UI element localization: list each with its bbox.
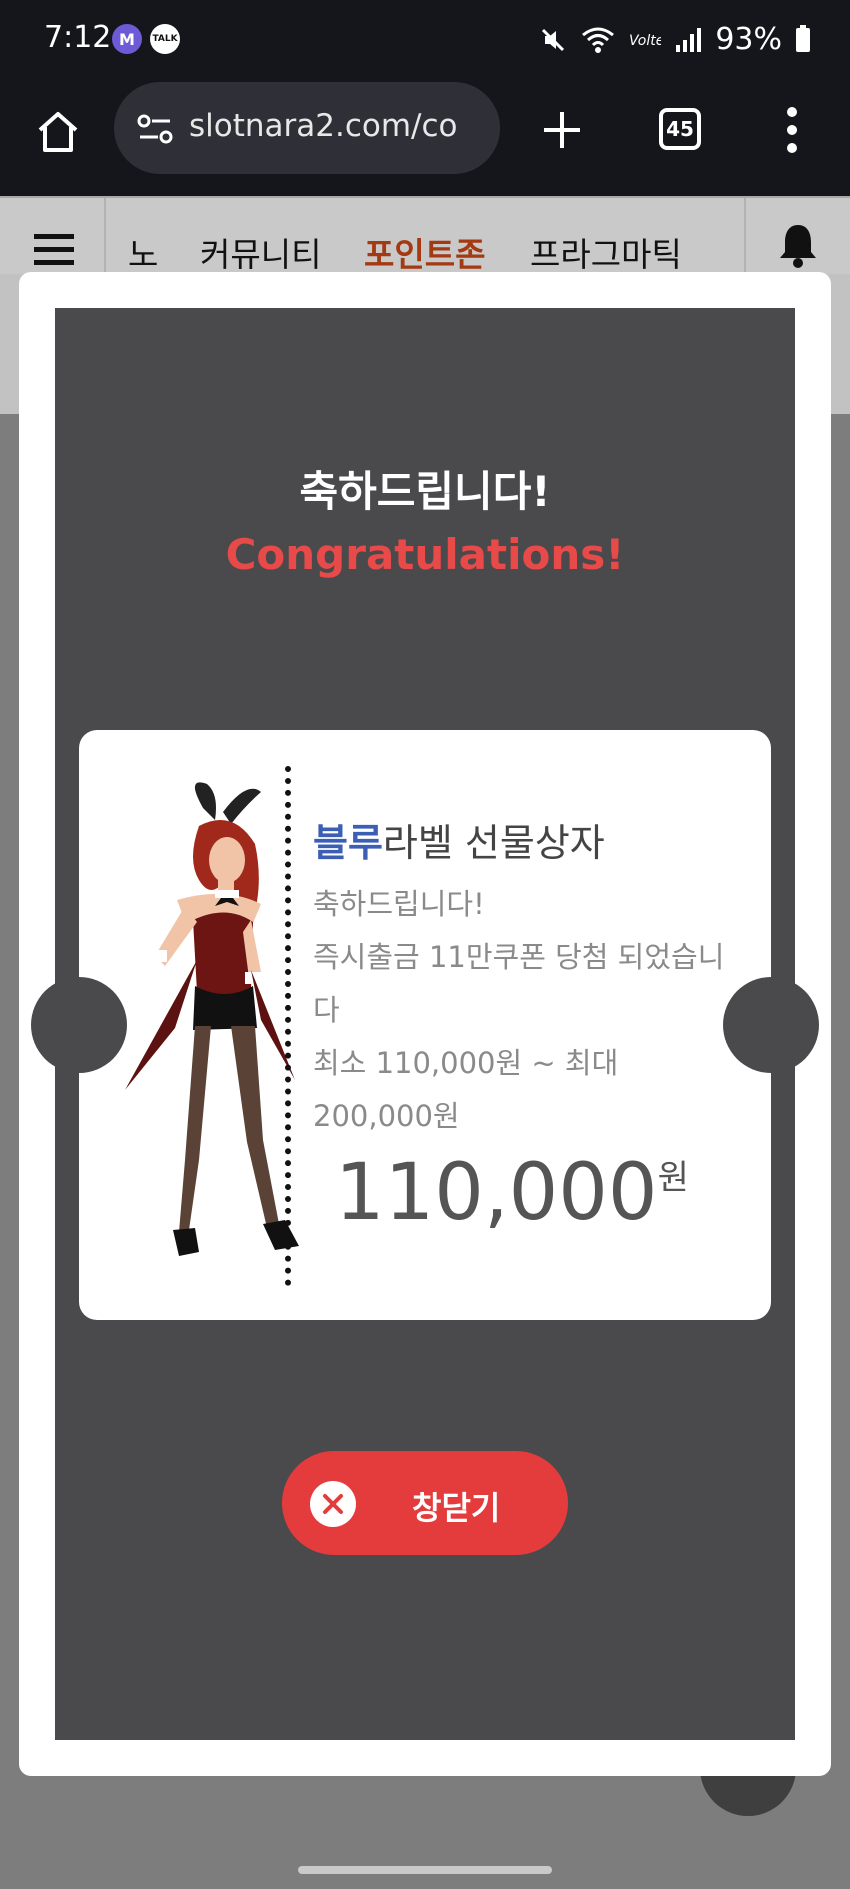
volte-icon: Volte bbox=[629, 33, 661, 49]
prize-line-range: 최소 110,000원 ~ 최대 200,000원 bbox=[313, 1046, 619, 1133]
prize-line-congrats: 축하드립니다! bbox=[313, 887, 485, 921]
battery-level: 93% bbox=[715, 22, 782, 57]
browser-toolbar: slotnara2.com/co 45 bbox=[0, 78, 850, 196]
signal-icon bbox=[676, 27, 702, 52]
svg-text:Volte: Volte bbox=[629, 33, 661, 49]
prize-description: 축하드립니다! 즉시출금 11만쿠폰 당첨 되었습니다 최소 110,000원 … bbox=[313, 878, 743, 1143]
ticket-perforation bbox=[285, 766, 291, 1286]
prize-title-accent: 블루 bbox=[313, 821, 383, 865]
prize-amount-value: 110,000 bbox=[335, 1148, 658, 1238]
gesture-home-indicator[interactable] bbox=[298, 1866, 552, 1874]
wifi-icon bbox=[582, 27, 615, 53]
prize-amount-unit: 원 bbox=[657, 1158, 689, 1198]
more-menu-icon[interactable] bbox=[785, 106, 799, 154]
nav-item-community[interactable]: 커뮤니티 bbox=[200, 228, 321, 276]
notification-talk-icon: TALK bbox=[150, 24, 180, 54]
mute-icon bbox=[542, 28, 565, 51]
status-right: Volte 93% bbox=[539, 22, 810, 57]
nav-divider bbox=[744, 198, 746, 276]
close-window-button[interactable]: 창닫기 bbox=[282, 1451, 568, 1555]
new-tab-icon[interactable] bbox=[540, 108, 584, 152]
prize-modal-body: 축하드립니다! Congratulations! 블루라벨 선물상자 축하드립니… bbox=[31, 308, 819, 1740]
nav-item-pragmatic[interactable]: 프라그마틱 bbox=[530, 228, 682, 276]
nav-divider bbox=[104, 198, 106, 276]
battery-icon bbox=[796, 24, 810, 52]
close-button-label: 창닫기 bbox=[412, 1489, 501, 1527]
status-time: 7:12 bbox=[44, 20, 112, 55]
url-text[interactable]: slotnara2.com/co bbox=[189, 108, 489, 144]
modal-title-english: Congratulations! bbox=[225, 530, 625, 579]
modal-title-korean: 축하드립니다! bbox=[299, 467, 551, 516]
prize-title: 블루라벨 선물상자 bbox=[313, 812, 605, 867]
ticket-notch-left bbox=[31, 977, 127, 1073]
tab-switcher-button[interactable]: 45 bbox=[659, 108, 701, 150]
address-bar[interactable]: slotnara2.com/co bbox=[114, 82, 500, 174]
close-icon bbox=[310, 1481, 356, 1527]
page: 7:12 M TALK Volte 93% slotnara2.com/co 4… bbox=[0, 0, 850, 1889]
notification-m-icon: M bbox=[112, 24, 142, 54]
bell-icon[interactable] bbox=[776, 222, 820, 268]
prize-ticket: 블루라벨 선물상자 축하드립니다! 즉시출금 11만쿠폰 당첨 되었습니다 최소… bbox=[31, 730, 819, 1320]
prize-line-coupon: 즉시출금 11만쿠폰 당첨 되었습니다 bbox=[313, 940, 725, 1027]
hamburger-menu-icon[interactable] bbox=[34, 234, 74, 266]
prize-modal: 축하드립니다! Congratulations! 블루라벨 선물상자 축하드립니… bbox=[19, 272, 831, 1776]
status-bar: 7:12 M TALK Volte 93% bbox=[0, 0, 850, 78]
nav-item-pointzone[interactable]: 포인트존 bbox=[364, 228, 485, 276]
nav-item-partial[interactable]: 노 bbox=[128, 228, 158, 276]
prize-amount: 110,000원 bbox=[335, 1148, 689, 1238]
site-settings-icon[interactable] bbox=[136, 112, 174, 146]
home-icon[interactable] bbox=[34, 108, 82, 156]
prize-title-rest: 라벨 선물상자 bbox=[382, 821, 605, 865]
site-navigation: 노 커뮤니티 포인트존 프라그마틱 bbox=[0, 196, 850, 276]
